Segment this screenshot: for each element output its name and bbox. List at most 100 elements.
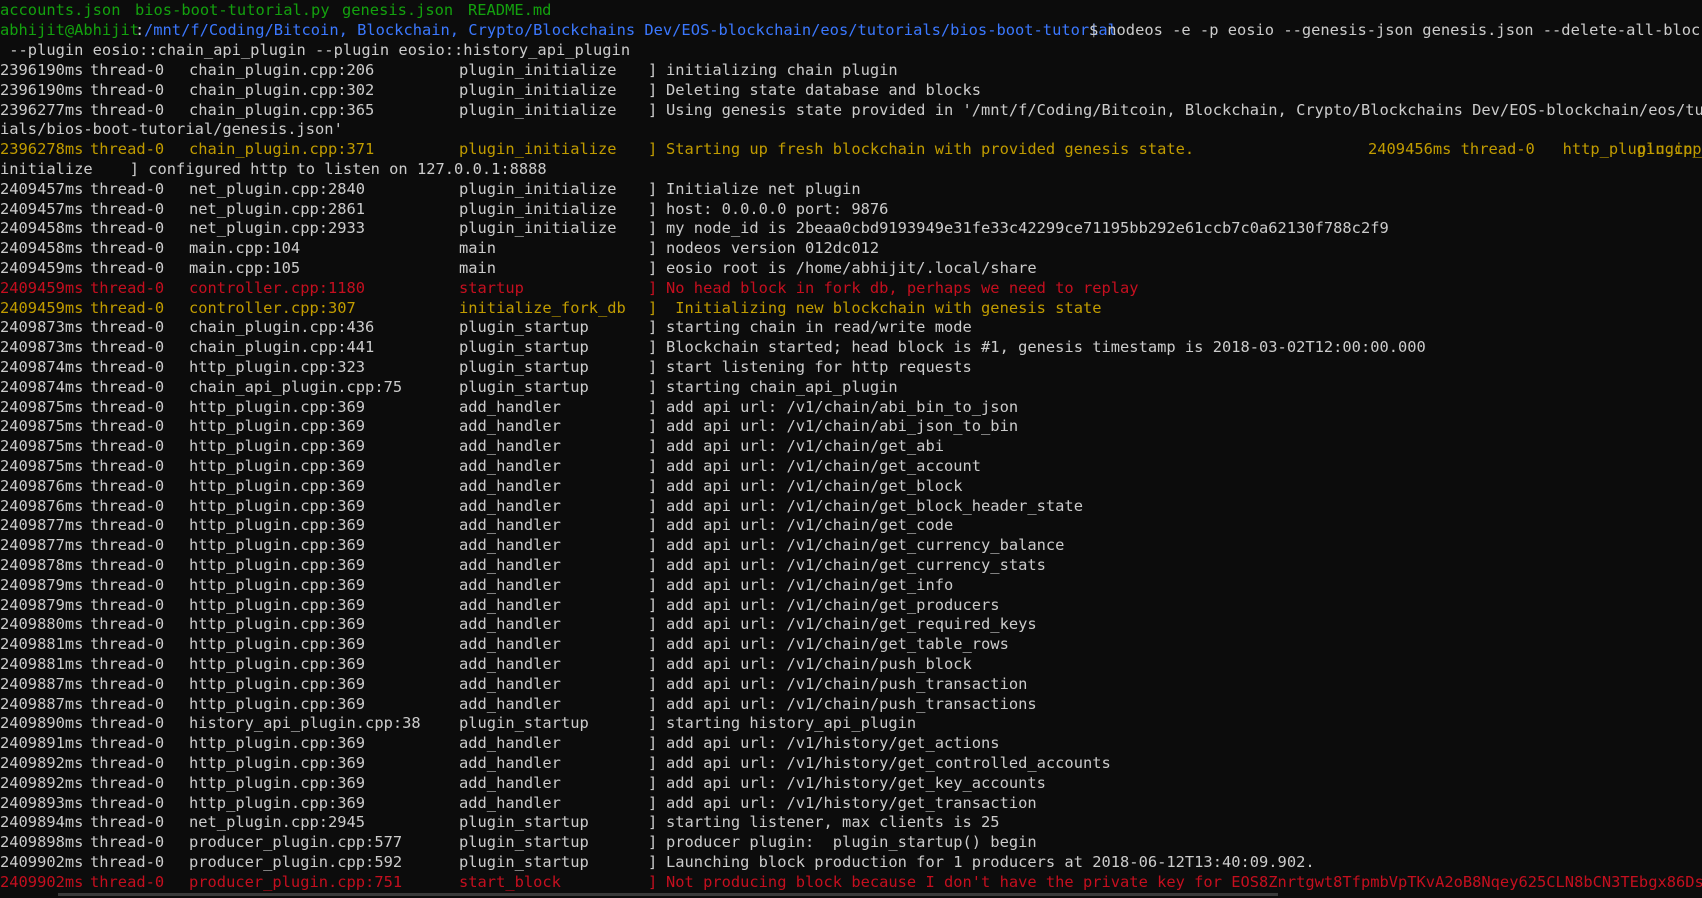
log-bracket: ] [648, 457, 658, 475]
log-bracket: ] [648, 497, 658, 515]
log-source-file: http_plugin.cpp:323 [189, 358, 366, 376]
log-bracket: ] [648, 536, 658, 554]
log-thread: thread-0 [90, 873, 165, 891]
log-message: producer plugin: plugin_startup() begin [666, 833, 1037, 851]
horizontal-scrollbar[interactable] [58, 893, 1278, 896]
log-source-file: producer_plugin.cpp:592 [189, 853, 403, 871]
log-message: add api url: /v1/chain/get_block_header_… [666, 497, 1083, 515]
log-function: add_handler [459, 516, 561, 534]
log-function: plugin_startup [459, 714, 589, 732]
log-timestamp: 2409459ms [0, 259, 84, 277]
log-thread: thread-0 [90, 477, 165, 495]
log-bracket: ] [648, 398, 658, 416]
log-message: add api url: /v1/chain/get_info [666, 576, 954, 594]
log-thread: thread-0 [90, 655, 165, 673]
log-bracket: ] [648, 279, 658, 297]
log-source-file: controller.cpp:1180 [189, 279, 366, 297]
prompt-line[interactable]: abhijit@Abhijit : /mnt/f/Coding/Bitcoin,… [0, 20, 1702, 40]
log-timestamp: 2409873ms [0, 338, 84, 356]
log-thread: thread-0 [90, 437, 165, 455]
log-bracket: ] [648, 833, 658, 851]
log-message: my node_id is 2beaa0cbd9193949e31fe33c42… [666, 219, 1389, 237]
log-timestamp: 2409892ms [0, 774, 84, 792]
log-message: add api url: /v1/chain/get_abi [666, 437, 944, 455]
log-source-file: http_plugin.cpp:369 [189, 734, 366, 752]
log-thread: thread-0 [90, 774, 165, 792]
log-thread: thread-0 [90, 576, 165, 594]
ls-file: README.md [468, 1, 552, 19]
log-message: add api url: /v1/chain/push_transaction [666, 675, 1028, 693]
log-source-file: http_plugin.cpp:369 [189, 536, 366, 554]
log-source-file: chain_plugin.cpp:441 [189, 338, 375, 356]
log-timestamp: 2396277ms [0, 101, 84, 119]
log-source-file: http_plugin.cpp:369 [189, 556, 366, 574]
log-thread: thread-0 [90, 358, 165, 376]
log-source-file: chain_plugin.cpp:436 [189, 318, 375, 336]
log-timestamp: 2396190ms [0, 61, 84, 79]
log-function: add_handler [459, 398, 561, 416]
log-thread: thread-0 [90, 61, 165, 79]
log-message: starting history_api_plugin [666, 714, 917, 732]
log-message: nodeos version 012dc012 [666, 239, 880, 257]
command-text-cont: --plugin eosio::chain_api_plugin --plugi… [0, 41, 631, 59]
log-function: plugin_initialize [459, 81, 617, 99]
log-timestamp: 2409457ms [0, 180, 84, 198]
log-function: plugin_startup [459, 338, 589, 356]
log-bracket: ] [648, 318, 658, 336]
log-thread: thread-0 [90, 299, 165, 317]
log-function: startup [459, 279, 524, 297]
log-message: add api url: /v1/chain/get_account [666, 457, 982, 475]
log-bracket: ] [648, 437, 658, 455]
log-thread: thread-0 [90, 833, 165, 851]
log-bracket: ] [648, 477, 658, 495]
log-function: plugin_initialize [459, 140, 617, 158]
log-timestamp: 2409459ms [0, 299, 84, 317]
log-thread: thread-0 [90, 497, 165, 515]
log-thread: thread-0 [90, 81, 165, 99]
log-timestamp: 2409887ms [0, 675, 84, 693]
log-thread: thread-0 [90, 338, 165, 356]
log-message: add api url: /v1/chain/push_transactions [666, 695, 1037, 713]
log-thread: thread-0 [90, 675, 165, 693]
ls-file: genesis.json [342, 1, 454, 19]
log-thread: thread-0 [90, 754, 165, 772]
log-timestamp: 2409879ms [0, 576, 84, 594]
log-source-file: net_plugin.cpp:2861 [189, 200, 366, 218]
log-source-file: chain_plugin.cpp:365 [189, 101, 375, 119]
log-thread: thread-0 [90, 853, 165, 871]
log-function: add_handler [459, 576, 561, 594]
ls-output-line: accounts.json bios-boot-tutorial.py gene… [0, 0, 551, 20]
log-bracket: ] [648, 219, 658, 237]
log-message: add api url: /v1/chain/get_table_rows [666, 635, 1009, 653]
log-thread: thread-0 [90, 259, 165, 277]
log-message: eosio root is /home/abhijit/.local/share [666, 259, 1037, 277]
log-timestamp: 2409458ms [0, 239, 84, 257]
log-function: plugin_startup [459, 853, 589, 871]
log-timestamp: 2409877ms [0, 516, 84, 534]
log-function: add_handler [459, 794, 561, 812]
log-source-file: chain_api_plugin.cpp:75 [189, 378, 403, 396]
ls-file: accounts.json [0, 1, 121, 19]
log-function: add_handler [459, 615, 561, 633]
log-thread: thread-0 [90, 813, 165, 831]
log-function: main [459, 239, 497, 257]
log-thread: thread-0 [90, 457, 165, 475]
log-message: add api url: /v1/chain/abi_bin_to_json [666, 398, 1019, 416]
log-continuation-text: ials/bios-boot-tutorial/genesis.json' [0, 120, 343, 138]
log-thread: thread-0 [90, 695, 165, 713]
log-function: add_handler [459, 596, 561, 614]
log-function: add_handler [459, 497, 561, 515]
log-timestamp: 2409898ms [0, 833, 84, 851]
log-thread: thread-0 [90, 615, 165, 633]
log-source-file: http_plugin.cpp:369 [189, 437, 366, 455]
terminal-window[interactable]: accounts.json bios-boot-tutorial.py gene… [0, 0, 1702, 898]
log-message: start listening for http requests [666, 358, 972, 376]
prompt-user-host: abhijit@Abhijit [0, 21, 139, 39]
log-function: add_handler [459, 477, 561, 495]
log-message: starting chain in read/write mode [666, 318, 972, 336]
log-message: Initializing new blockchain with genesis… [666, 299, 1102, 317]
log-function: plugin_initialize [459, 101, 617, 119]
log-bracket: ] [648, 754, 658, 772]
log-function: initialize_fork_db [459, 299, 626, 317]
log-source-file: net_plugin.cpp:2945 [189, 813, 366, 831]
